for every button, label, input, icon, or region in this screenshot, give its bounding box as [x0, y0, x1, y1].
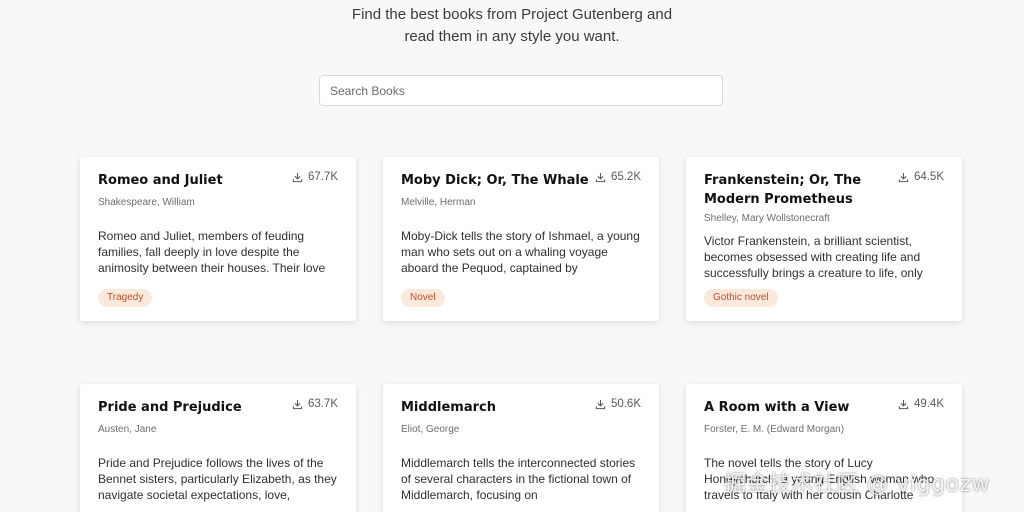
- download-count: 63.7K: [292, 398, 338, 410]
- download-count-value: 64.5K: [913, 171, 944, 183]
- book-author: Shakespeare, William: [98, 197, 195, 208]
- book-title[interactable]: A Room with a View: [704, 398, 894, 417]
- book-description: Romeo and Juliet, members of feuding fam…: [98, 229, 326, 275]
- download-count: 49.4K: [898, 398, 944, 410]
- watermark: 掘金技术社区 @ viggozw: [724, 472, 991, 497]
- download-count-value: 63.7K: [307, 398, 338, 410]
- genre-badge: Gothic novel: [704, 289, 778, 307]
- tagline-line-2: read them in any style you want.: [404, 28, 620, 45]
- book-author: Forster, E. M. (Edward Morgan): [704, 424, 845, 435]
- download-icon: [292, 172, 303, 182]
- book-card[interactable]: Moby Dick; Or, The Whale 65.2K Melville,…: [383, 157, 659, 321]
- download-count: 50.6K: [595, 398, 641, 410]
- book-title[interactable]: Romeo and Juliet: [98, 171, 288, 190]
- book-description: Middlemarch tells the interconnected sto…: [401, 456, 636, 502]
- book-card[interactable]: Frankenstein; Or, The Modern Prometheus …: [686, 157, 962, 321]
- download-count: 67.7K: [292, 171, 338, 183]
- tagline-line-1: Find the best books from Project Gutenbe…: [351, 6, 673, 23]
- book-description: Pride and Prejudice follows the lives of…: [98, 456, 337, 502]
- download-icon: [292, 399, 303, 409]
- book-author: Austen, Jane: [98, 424, 157, 435]
- download-icon: [595, 172, 606, 182]
- book-title[interactable]: Pride and Prejudice: [98, 398, 288, 417]
- search-input[interactable]: [319, 75, 723, 106]
- book-card[interactable]: Pride and Prejudice 63.7K Austen, Jane P…: [80, 384, 356, 512]
- download-count-value: 65.2K: [610, 171, 641, 183]
- book-title[interactable]: Moby Dick; Or, The Whale: [401, 171, 591, 190]
- book-description: Victor Frankenstein, a brilliant scienti…: [704, 234, 923, 280]
- download-count: 65.2K: [595, 171, 641, 183]
- genre-badge: Novel: [401, 289, 445, 307]
- tagline: Find the best books from Project Gutenbe…: [0, 4, 1024, 48]
- book-title[interactable]: Frankenstein; Or, The Modern Prometheus: [704, 171, 894, 209]
- genre-badge: Tragedy: [98, 289, 153, 307]
- download-count-value: 67.7K: [307, 171, 338, 183]
- download-icon: [595, 399, 606, 409]
- download-count-value: 50.6K: [610, 398, 641, 410]
- download-icon: [898, 399, 909, 409]
- book-author: Eliot, George: [401, 424, 460, 435]
- book-card[interactable]: Romeo and Juliet 67.7K Shakespeare, Will…: [80, 157, 356, 321]
- book-author: Shelley, Mary Wollstonecraft: [704, 213, 830, 224]
- book-title[interactable]: Middlemarch: [401, 398, 591, 417]
- download-count-value: 49.4K: [913, 398, 944, 410]
- download-count: 64.5K: [898, 171, 944, 183]
- book-card[interactable]: Middlemarch 50.6K Eliot, George Middlema…: [383, 384, 659, 512]
- book-description: Moby-Dick tells the story of Ishmael, a …: [401, 229, 640, 275]
- book-author: Melville, Herman: [401, 197, 476, 208]
- download-icon: [898, 172, 909, 182]
